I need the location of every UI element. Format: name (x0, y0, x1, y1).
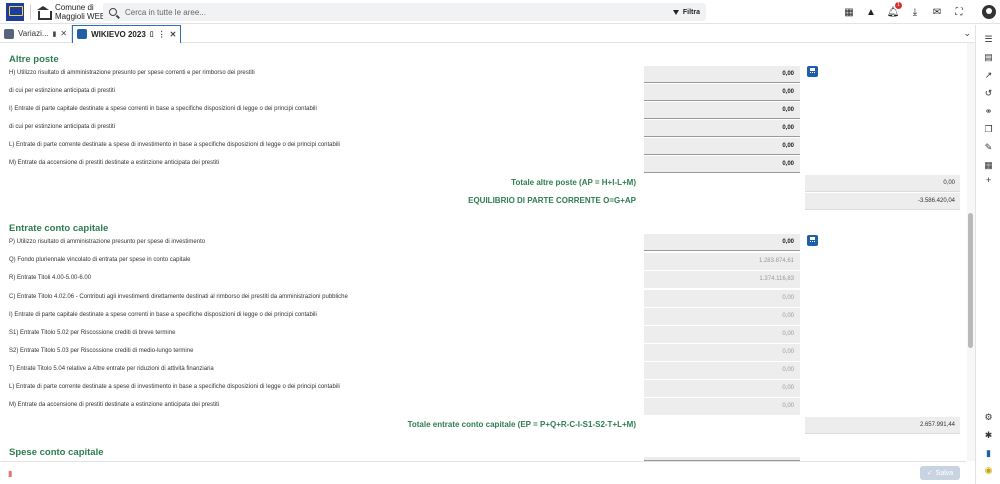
row-label: L) Entrate di parte corrente destinate a… (9, 142, 340, 148)
row-label: C) Entrate Titolo 4.02.06 - Contributi a… (9, 294, 348, 300)
section-title-altre-poste: Altre poste (9, 54, 59, 65)
add-icon[interactable]: + (983, 174, 994, 185)
row-label: S2) Entrate Titolo 5.03 per Riscossione … (9, 348, 194, 354)
section-title-entrate-conto-capitale: Entrate conto capitale (9, 223, 109, 234)
chat-icon[interactable]: ▮ (983, 448, 994, 459)
value-field: 0,00 (644, 290, 800, 307)
value-field[interactable]: 0,00 (644, 138, 800, 155)
help-icon[interactable]: ◉ (983, 465, 994, 476)
equilibrio-parte-corrente-value: -3.586.420,04 (805, 193, 960, 210)
mail-icon[interactable]: ✉ (926, 5, 948, 19)
value-field: 0,00 (644, 344, 800, 361)
global-search[interactable]: Filtra (103, 3, 706, 21)
tab-label: Variazi... (18, 29, 49, 38)
value-field: 0,00 (644, 380, 800, 397)
value-field: 0,00 (644, 308, 800, 325)
row-label: T) Entrate Titolo 5.04 relative a Altre … (9, 366, 214, 372)
warning-icon[interactable]: ▲ (860, 5, 882, 19)
file-icon[interactable]: ▦ (983, 160, 994, 171)
value-field: 0,00 (644, 326, 800, 343)
value-field[interactable]: 0,00 (644, 102, 800, 119)
edit-document-icon[interactable]: ✎ (983, 142, 994, 153)
maggioli-logo[interactable] (6, 2, 24, 21)
search-icon (109, 8, 117, 16)
row-label: R) Entrate Titoli 4.00-5.00-6.00 (9, 275, 92, 281)
delete-icon[interactable]: ▮ (8, 469, 14, 478)
right-toolbar: ☰ ▤ ↗ ↺ ⚭ ❐ ✎ ▦ + ⚙ ✱ ▮ ◉ (975, 25, 1000, 484)
value-field: 0,00 (644, 398, 800, 415)
apps-grid-icon[interactable]: ▦ (838, 5, 860, 19)
section-title-spese-conto-capitale: Spese conto capitale (9, 447, 104, 458)
list-settings-icon[interactable]: ☰ (983, 34, 994, 45)
total-altre-poste-value: 0,00 (805, 175, 960, 192)
check-icon: ✓ (926, 470, 933, 477)
row-label: M) Entrate da accensione di prestiti des… (9, 160, 220, 166)
settings-gear-icon[interactable]: ⚙ (983, 412, 994, 423)
value-field[interactable]: 0,00 (644, 234, 800, 251)
filter-button[interactable]: Filtra (672, 6, 700, 18)
row-label: M) Entrate da accensione di prestiti des… (9, 402, 220, 408)
value-field: 0,00 (644, 362, 800, 379)
top-bar: Comune di Maggioli WEB Filtra ▦ ▲ 🔔︎1 ⤓ … (0, 0, 1000, 24)
tab-label: WIKIEVO 2023 (91, 29, 146, 39)
history-icon[interactable]: ↺ (983, 88, 994, 99)
fullscreen-icon[interactable]: ⛶ (948, 5, 970, 19)
value-field[interactable]: 0,00 (644, 66, 800, 83)
tab-variazioni[interactable]: Variazi... ▮ ✕ (0, 24, 73, 43)
filter-icon (672, 9, 679, 15)
row-label: S1) Entrate Titolo 5.02 per Riscossione … (9, 330, 176, 336)
filter-label: Filtra (682, 8, 700, 16)
scrollbar-thumb[interactable] (968, 213, 973, 348)
save-button[interactable]: ✓ Salva (920, 466, 960, 480)
brand-name: Comune di Maggioli WEB (55, 2, 106, 21)
row-label: I) Entrate di parte capitale destinate a… (9, 312, 317, 318)
value-field[interactable]: 0,00 (644, 156, 800, 173)
tab-wikievo-2023[interactable]: WIKIEVO 2023 ▯ ⋮ ✕ (72, 24, 182, 43)
tab-bar: Variazi... ▮ ✕ WIKIEVO 2023 ▯ ⋮ ✕ ⌄ (0, 24, 975, 43)
document-tab-icon (4, 28, 14, 39)
footer-bar: ▮ ✓ Salva (0, 461, 966, 484)
trend-chart-icon[interactable]: ↗ (983, 70, 994, 81)
row-label: di cui per estinzione anticipata di pres… (9, 88, 116, 94)
total-altre-poste-label: Totale altre poste (AP = H+I-L+M) (511, 178, 636, 187)
total-entrate-conto-capitale-label: Totale entrate conto capitale (EP = P+Q+… (407, 420, 636, 429)
calculator-icon[interactable] (807, 235, 818, 246)
calculator-icon[interactable] (807, 66, 818, 77)
notification-badge: 1 (895, 2, 902, 9)
link-icon[interactable]: ⚭ (983, 106, 994, 117)
search-input[interactable] (125, 7, 645, 17)
value-field[interactable]: 0,00 (644, 84, 800, 101)
row-label: H) Utilizzo risultato di amministrazione… (9, 70, 255, 76)
row-label: I) Entrate di parte capitale destinate a… (9, 106, 317, 112)
value-field: 1.283.874,61 (644, 253, 800, 270)
more-vertical-icon[interactable]: ⋮ (158, 30, 166, 39)
municipality-icon (37, 5, 52, 20)
document-tab-icon (77, 29, 88, 39)
row-label: L) Entrate di parte corrente destinate a… (9, 384, 340, 390)
row-label: di cui per estinzione anticipata di pres… (9, 124, 116, 130)
close-icon[interactable]: ✕ (170, 30, 177, 39)
value-field[interactable]: 0,00 (644, 120, 800, 137)
bookmark-icon[interactable]: ▯ (150, 30, 154, 38)
value-field: 1.374.116,83 (644, 271, 800, 288)
save-label: Salva (935, 469, 954, 477)
bookmark-icon[interactable]: ▮ (53, 30, 57, 38)
user-account-icon[interactable] (982, 5, 996, 19)
book-icon[interactable]: ▤ (983, 52, 994, 63)
row-label: P) Utilizzo risultato di amministrazione… (9, 239, 206, 245)
form-content: Altre poste H) Utilizzo risultato di amm… (0, 44, 966, 461)
row-label: Q) Fondo pluriennale vincolato di entrat… (9, 257, 191, 263)
close-icon[interactable]: ✕ (60, 29, 67, 38)
divider (30, 4, 31, 19)
top-actions: ▦ ▲ 🔔︎ 1 ⤓ ✉ ⛶ (838, 2, 970, 19)
download-icon[interactable]: ⤓ (904, 5, 926, 19)
chevron-down-icon[interactable]: ⌄ (963, 28, 971, 39)
accessibility-icon[interactable]: ✱ (983, 430, 994, 441)
copy-icon[interactable]: ❐ (983, 124, 994, 135)
notifications-bell-icon[interactable]: 🔔︎ 1 (882, 2, 904, 19)
equilibrio-parte-corrente-label: EQUILIBRIO DI PARTE CORRENTE O=G+AP (468, 196, 636, 205)
total-entrate-conto-capitale-value: 2.657.991,44 (805, 417, 960, 434)
